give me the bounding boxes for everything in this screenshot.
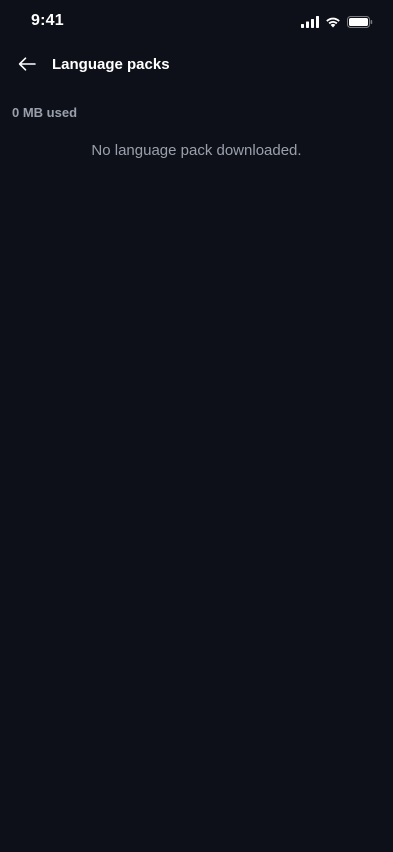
storage-used-label: 0 MB used	[12, 105, 78, 120]
status-time: 9:41	[31, 12, 64, 29]
back-button[interactable]	[12, 52, 42, 80]
header-bar: Language packs	[0, 44, 393, 88]
language-packs-screen: 9:41 Language packs 0 MB used No languag…	[0, 0, 393, 852]
page-title: Language packs	[52, 56, 170, 73]
wifi-icon	[325, 16, 341, 28]
status-icons	[301, 15, 373, 29]
arrow-left-icon	[18, 56, 36, 76]
status-bar: 9:41	[0, 0, 393, 44]
empty-state-message: No language pack downloaded.	[91, 142, 302, 159]
cellular-signal-icon	[301, 16, 319, 28]
battery-icon	[347, 16, 373, 28]
